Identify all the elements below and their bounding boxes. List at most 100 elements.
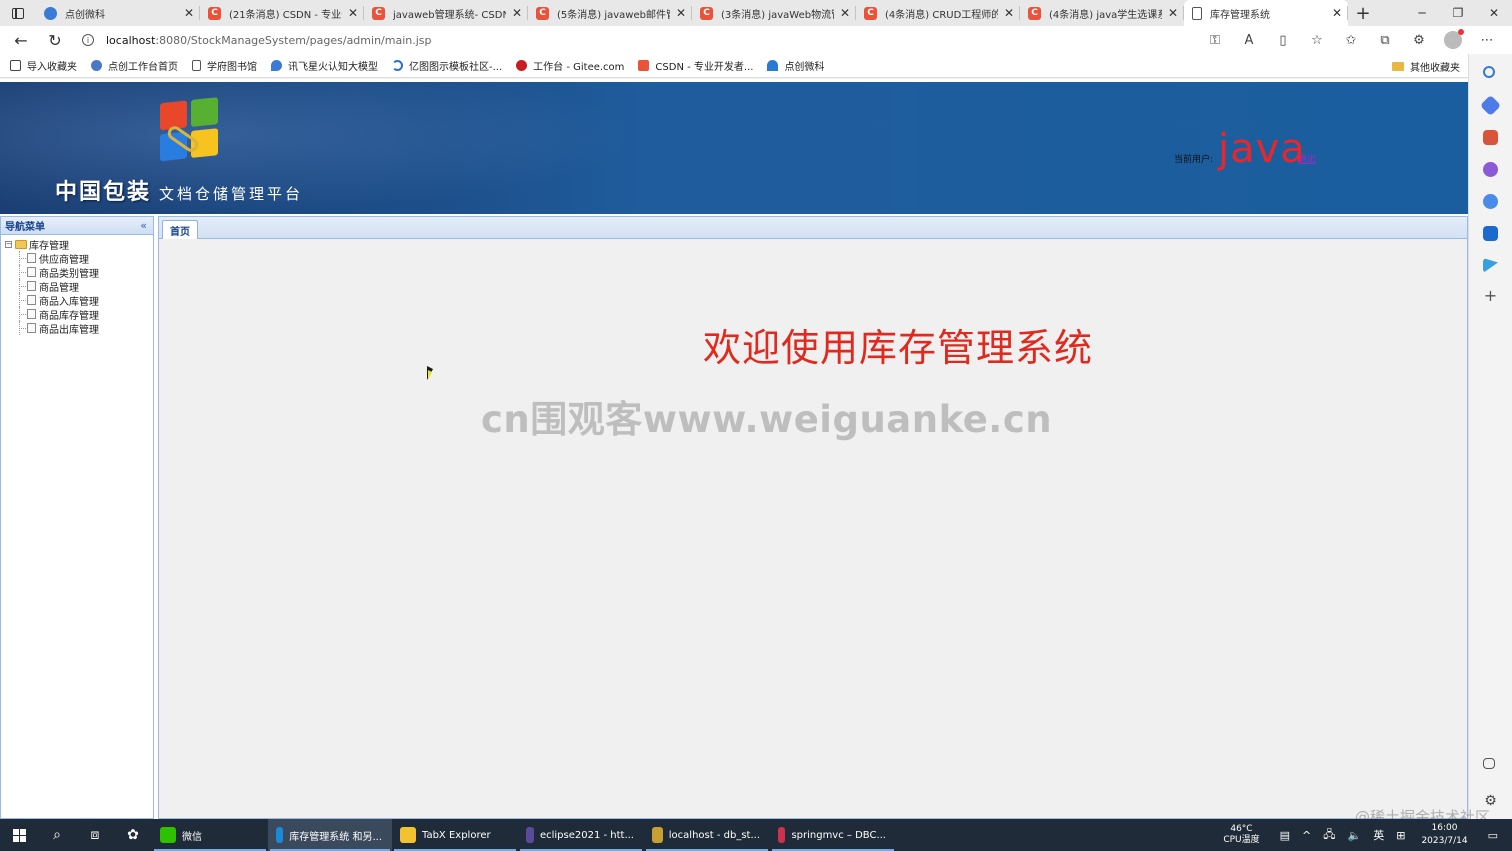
nav-item[interactable]: 商品库存管理 bbox=[1, 307, 153, 322]
taskbar-app[interactable]: springmvc – DBC... bbox=[770, 819, 896, 851]
browser-tab-label: javaweb管理系统- CSDN搜 bbox=[393, 9, 506, 21]
bookmark-item[interactable]: 学府图书馆 bbox=[192, 58, 257, 73]
bookmark-item[interactable]: 讯飞星火认知大模型 bbox=[271, 58, 378, 73]
bookmark-item[interactable]: 点创微科 bbox=[767, 58, 824, 73]
tab-close-icon[interactable]: ✕ bbox=[1004, 6, 1014, 20]
office-icon[interactable] bbox=[1483, 194, 1498, 209]
browser-tab[interactable]: C (5条消息) javaweb邮件管理 ✕ bbox=[528, 0, 692, 26]
browser-tab[interactable]: C (4条消息) CRUD工程师的 ✕ bbox=[856, 0, 1020, 26]
tab-close-icon[interactable]: ✕ bbox=[840, 6, 850, 20]
taskbar-app-label: 库存管理系统 和另... bbox=[289, 831, 382, 843]
site-info-icon[interactable]: i bbox=[82, 34, 94, 46]
ime-grid-icon[interactable]: ⊞ bbox=[1396, 829, 1405, 842]
outlook-icon[interactable] bbox=[1483, 226, 1498, 241]
windows-start-icon bbox=[12, 828, 26, 842]
browser-tab[interactable]: C (21条消息) CSDN - 专业开 ✕ bbox=[200, 0, 364, 26]
split-screen-icon[interactable]: ▯ bbox=[1266, 33, 1300, 48]
bookmark-item[interactable]: CSDN - 专业开发者... bbox=[638, 58, 753, 73]
close-window-icon[interactable]: ✕ bbox=[1476, 0, 1512, 26]
browser-tab[interactable]: C (4条消息) java学生选课系 ✕ bbox=[1020, 0, 1184, 26]
bookmark-label: CSDN - 专业开发者... bbox=[655, 62, 754, 73]
widget-gear-icon[interactable]: ✿ bbox=[114, 819, 152, 851]
url-path: :8080/StockManageSystem/pages/admin/main… bbox=[155, 33, 432, 47]
tab-close-icon[interactable]: ✕ bbox=[676, 6, 686, 20]
bookmark-item[interactable]: 亿图图示模板社区-... bbox=[392, 58, 502, 73]
add-icon[interactable]: + bbox=[1483, 288, 1498, 304]
extensions-icon[interactable]: ⚙ bbox=[1402, 33, 1436, 48]
username: java bbox=[1218, 126, 1306, 172]
favorites-icon[interactable]: ✩ bbox=[1334, 33, 1368, 48]
notification-icon[interactable]: ▭ bbox=[1488, 829, 1498, 842]
send-icon[interactable] bbox=[1483, 258, 1498, 273]
edge-sidebar: + ⚙ bbox=[1468, 54, 1512, 819]
browser-tab[interactable]: C (3条消息) javaWeb物流管 ✕ bbox=[692, 0, 856, 26]
tab-close-icon[interactable]: ✕ bbox=[512, 6, 522, 20]
bookmark-label: 导入收藏夹 bbox=[27, 62, 77, 73]
nav-item[interactable]: 商品类别管理 bbox=[1, 265, 153, 280]
bookmark-item[interactable]: 工作台 - Gitee.com bbox=[516, 58, 624, 73]
collapse-chevron-icon[interactable]: « bbox=[140, 219, 147, 232]
network-icon[interactable]: 🖧 bbox=[1323, 826, 1335, 845]
tab-close-icon[interactable]: ✕ bbox=[348, 6, 358, 20]
tree-root-stock[interactable]: − 库存管理 bbox=[1, 237, 153, 252]
tools-icon[interactable] bbox=[1483, 130, 1498, 145]
nav-item[interactable]: 商品入库管理 bbox=[1, 293, 153, 308]
taskbar-app[interactable]: eclipse2021 - htt... bbox=[518, 819, 644, 851]
collections-icon[interactable]: ⧉ bbox=[1368, 33, 1402, 48]
tab-home[interactable]: 首页 bbox=[162, 220, 198, 239]
tab-close-icon[interactable]: ✕ bbox=[184, 6, 194, 20]
start-button[interactable] bbox=[0, 819, 38, 851]
other-bookmarks-button[interactable]: 其他收藏夹 bbox=[1392, 54, 1460, 78]
system-tray: 46°C CPU温度 ▤ ^ 🖧 🔈 英 ⊞ 16:00 2023/7/14 ▭ bbox=[1223, 819, 1512, 851]
taskbar-search-icon[interactable]: ⌕ bbox=[38, 819, 76, 851]
brand-name: 中国包装 bbox=[55, 180, 152, 205]
cpu-temp[interactable]: 46°C CPU温度 bbox=[1223, 824, 1259, 846]
nav-item-label: 供应商管理 bbox=[39, 254, 89, 266]
tray-chevron-icon[interactable]: ^ bbox=[1302, 829, 1311, 842]
minimize-icon[interactable]: ─ bbox=[1404, 0, 1440, 26]
restore-icon[interactable]: ❐ bbox=[1440, 0, 1476, 26]
address-bar-row: ← ↻ i localhost:8080/StockManageSystem/p… bbox=[0, 26, 1512, 54]
taskbar-app[interactable]: 微信 bbox=[152, 819, 268, 851]
nav-item-label: 商品出库管理 bbox=[39, 324, 99, 336]
nav-item[interactable]: 供应商管理 bbox=[1, 251, 153, 266]
bookmark-label: 学府图书馆 bbox=[207, 62, 257, 73]
bookmark-item[interactable]: 导入收藏夹 bbox=[10, 58, 77, 73]
browser-tab[interactable]: 点创微科 ✕ bbox=[36, 0, 200, 26]
read-aloud-icon[interactable]: A bbox=[1232, 33, 1266, 48]
keyboard-icon[interactable]: ▤ bbox=[1280, 829, 1290, 842]
app-icon bbox=[526, 827, 534, 843]
back-arrow-icon[interactable]: ← bbox=[4, 26, 38, 54]
games-icon[interactable] bbox=[1483, 162, 1498, 177]
tab-close-icon[interactable]: ✕ bbox=[1168, 6, 1178, 20]
nav-item[interactable]: 商品出库管理 bbox=[1, 321, 153, 336]
task-view-icon[interactable]: ⧈ bbox=[76, 819, 114, 851]
tab-close-icon[interactable]: ✕ bbox=[1332, 6, 1342, 20]
shopping-tag-icon[interactable] bbox=[1479, 94, 1502, 117]
browser-tab[interactable]: Cjavaweb管理系统- CSDN搜 ✕ bbox=[364, 0, 528, 26]
key-icon[interactable]: ⚿ bbox=[1198, 33, 1232, 48]
screenshot-icon[interactable] bbox=[1483, 758, 1495, 769]
nav-item[interactable]: 商品管理 bbox=[1, 279, 153, 294]
cpu-temp-value: 46°C bbox=[1230, 824, 1253, 834]
url-field[interactable]: i localhost:8080/StockManageSystem/pages… bbox=[82, 34, 1162, 47]
logout-link[interactable]: 退出 bbox=[1298, 152, 1316, 165]
browser-tab[interactable]: 库存管理系统 ✕ bbox=[1184, 0, 1348, 26]
favorite-star-icon[interactable]: ☆ bbox=[1300, 33, 1334, 48]
taskbar-app[interactable]: TabX Explorer bbox=[392, 819, 518, 851]
browser-tab-label: (4条消息) CRUD工程师的 bbox=[885, 9, 998, 21]
more-menu-icon[interactable]: ⋯ bbox=[1470, 33, 1504, 48]
profile-avatar-icon[interactable] bbox=[1444, 29, 1464, 49]
new-tab-button[interactable]: + bbox=[1348, 0, 1378, 26]
clock[interactable]: 16:00 2023/7/14 bbox=[1421, 822, 1467, 848]
ime-indicator[interactable]: 英 bbox=[1373, 827, 1384, 843]
refresh-icon[interactable]: ↻ bbox=[38, 26, 72, 54]
platform-name: 文档仓储管理平台 bbox=[159, 185, 304, 203]
taskbar-app[interactable]: 库存管理系统 和另... bbox=[268, 819, 392, 851]
taskbar-app[interactable]: localhost - db_st... bbox=[644, 819, 770, 851]
tab-actions-menu-icon[interactable] bbox=[0, 0, 36, 26]
bookmark-item[interactable]: 点创工作台首页 bbox=[91, 58, 178, 73]
search-icon[interactable] bbox=[1483, 66, 1495, 78]
tree-collapse-icon[interactable]: − bbox=[5, 240, 12, 248]
volume-icon[interactable]: 🔈 bbox=[1348, 829, 1362, 842]
